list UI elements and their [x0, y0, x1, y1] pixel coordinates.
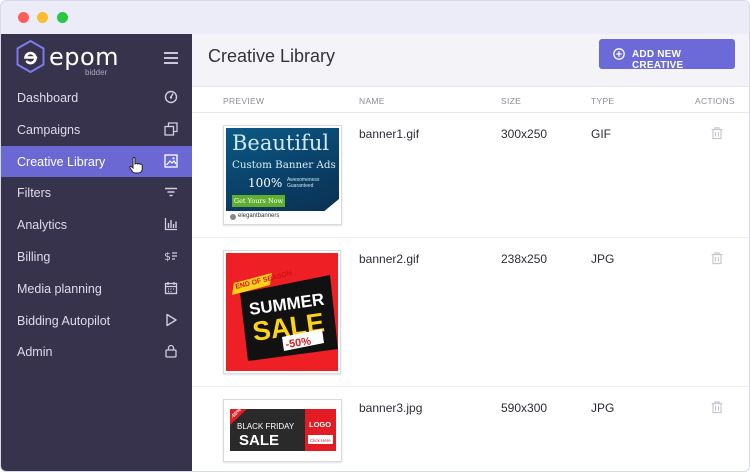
sidebar-item-label: Campaigns	[17, 122, 81, 137]
creative-name[interactable]: banner3.jpg	[359, 401, 422, 415]
banner-image: -50% BLACK FRIDAY SALE LOGO Click Here	[227, 403, 339, 458]
banner-footer-icon	[230, 214, 236, 220]
banner-line1: BLACK FRIDAY	[237, 422, 295, 431]
page-header: Creative Library ADD NEW CREATIVE	[192, 34, 749, 86]
page-curl	[322, 199, 339, 213]
sidebar-item-label: Dashboard	[17, 91, 79, 105]
black-friday-art: -50% BLACK FRIDAY SALE LOGO Click Here	[230, 407, 336, 451]
hamburger-icon[interactable]	[164, 52, 178, 64]
maximize-window-button[interactable]	[57, 12, 68, 23]
sidebar-item-filters[interactable]: Filters	[1, 177, 192, 209]
column-header-name[interactable]: NAME	[359, 96, 385, 106]
sidebar-item-creative-library[interactable]: Creative Library	[1, 145, 192, 178]
banner-cta: Click Here	[310, 438, 331, 443]
trash-icon[interactable]	[710, 400, 724, 414]
sidebar-item-dashboard[interactable]: Dashboard	[1, 82, 192, 114]
logo-name: epom	[49, 43, 120, 71]
table-row[interactable]: END OF SEASON SUMMER SALE -50% banner2.g…	[192, 238, 749, 387]
bar-chart-icon	[164, 218, 177, 231]
column-header-actions: ACTIONS	[695, 96, 735, 106]
banner-badge: Awesomeness Guaranteed	[287, 177, 320, 189]
lock-icon	[165, 345, 177, 359]
logo-hex-icon	[16, 40, 45, 73]
sidebar-item-campaigns[interactable]: Campaigns	[1, 114, 192, 146]
close-window-button[interactable]	[18, 12, 29, 23]
image-icon	[164, 153, 178, 168]
creative-type: GIF	[591, 127, 611, 141]
sidebar-item-label: Creative Library	[17, 154, 106, 169]
banner-image: END OF SEASON SUMMER SALE -50%	[226, 253, 338, 371]
logo-subtitle: bidder	[85, 68, 108, 77]
add-new-creative-button[interactable]: ADD NEW CREATIVE	[599, 39, 735, 71]
sidebar: epom bidder Dashboard Campaigns Creative…	[1, 34, 192, 471]
creative-size: 238x250	[501, 252, 548, 266]
plus-circle-icon	[613, 48, 625, 60]
play-icon	[166, 313, 177, 326]
summer-sale-art: END OF SEASON SUMMER SALE -50%	[232, 270, 338, 361]
table-row[interactable]: Beautiful Custom Banner Ads 100% Awesome…	[192, 113, 749, 238]
banner-logo: LOGO	[309, 420, 331, 429]
sidebar-item-label: Billing	[17, 249, 51, 264]
sidebar-nav: Dashboard Campaigns Creative Library Fil…	[1, 82, 192, 368]
sidebar-item-label: Admin	[17, 345, 53, 360]
creative-preview[interactable]: -50% BLACK FRIDAY SALE LOGO Click Here	[223, 399, 342, 462]
sidebar-item-billing[interactable]: Billing $	[1, 241, 192, 273]
creative-preview[interactable]: END OF SEASON SUMMER SALE -50%	[223, 250, 341, 374]
trash-icon[interactable]	[710, 126, 724, 140]
minimize-window-button[interactable]	[37, 12, 48, 23]
sidebar-item-bidding-autopilot[interactable]: Bidding Autopilot	[1, 305, 192, 337]
main-content: Creative Library ADD NEW CREATIVE PREVIE…	[192, 34, 749, 471]
creative-preview[interactable]: Beautiful Custom Banner Ads 100% Awesome…	[223, 125, 342, 225]
creative-size: 590x300	[501, 401, 548, 415]
creative-name[interactable]: banner2.gif	[359, 252, 419, 266]
column-header-size[interactable]: SIZE	[501, 96, 521, 106]
banner-percent: 100%	[248, 176, 283, 190]
billing-icon: $	[164, 250, 177, 263]
filter-icon	[165, 188, 177, 197]
table-row[interactable]: -50% BLACK FRIDAY SALE LOGO Click Here b…	[192, 387, 749, 471]
creative-type: JPG	[591, 401, 615, 415]
banner-cta: Get Yours Now	[232, 195, 285, 207]
banner-line2: SALE	[239, 432, 279, 449]
sidebar-item-label: Analytics	[17, 218, 68, 233]
sidebar-item-label: Media planning	[17, 281, 102, 296]
banner-subline: Custom Banner Ads	[232, 159, 336, 171]
sidebar-item-admin[interactable]: Admin	[1, 336, 192, 368]
dashboard-icon	[164, 90, 178, 104]
app-window: epom bidder Dashboard Campaigns Creative…	[0, 0, 750, 472]
table-header: PREVIEW NAME SIZE TYPE ACTIONS	[192, 86, 749, 113]
creative-type: JPG	[591, 252, 615, 266]
banner-headline: Beautiful	[232, 131, 330, 155]
page-title: Creative Library	[208, 46, 336, 66]
sidebar-item-analytics[interactable]: Analytics	[1, 209, 192, 241]
sidebar-item-label: Bidding Autopilot	[17, 313, 111, 328]
sidebar-item-label: Filters	[17, 186, 52, 201]
column-header-type[interactable]: TYPE	[591, 96, 614, 106]
title-bar	[1, 1, 749, 34]
banner-image: Beautiful Custom Banner Ads 100% Awesome…	[226, 128, 339, 223]
calendar-icon	[164, 281, 178, 294]
column-header-preview: PREVIEW	[223, 96, 265, 106]
logo[interactable]: epom bidder	[16, 40, 126, 78]
trash-icon[interactable]	[710, 251, 724, 265]
add-button-label: ADD NEW CREATIVE	[632, 49, 684, 71]
svg-text:$: $	[164, 250, 171, 263]
creative-size: 300x250	[501, 127, 548, 141]
sidebar-item-media-planning[interactable]: Media planning	[1, 273, 192, 305]
banner-footer: elegantbanners	[238, 213, 280, 219]
hand-cursor-icon	[129, 156, 143, 174]
creative-name[interactable]: banner1.gif	[359, 127, 419, 141]
campaigns-icon	[164, 122, 178, 136]
